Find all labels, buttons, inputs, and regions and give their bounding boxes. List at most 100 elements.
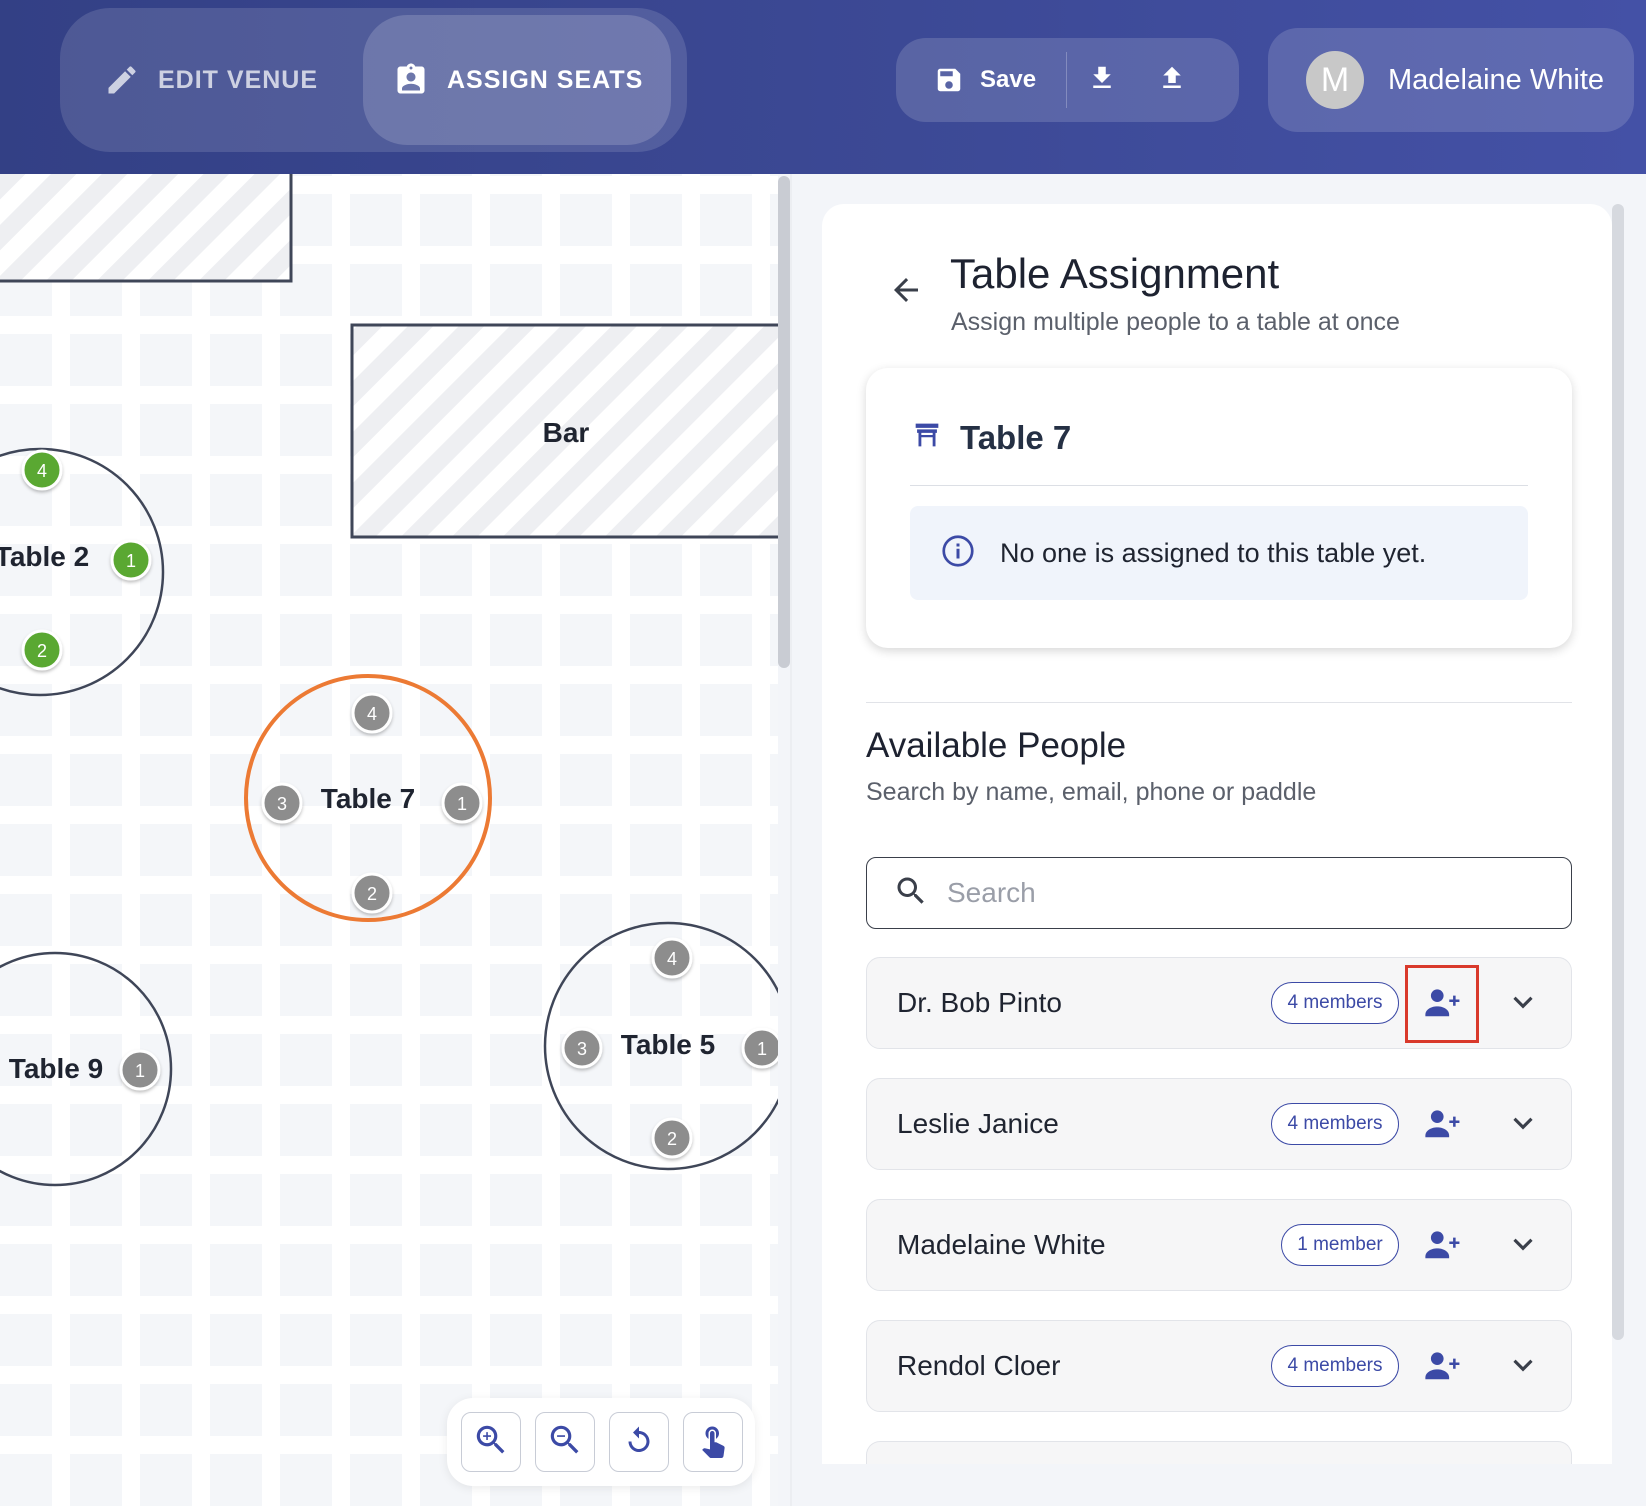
save-label: Save: [980, 66, 1037, 93]
assign-seats-button[interactable]: ASSIGN SEATS: [363, 15, 671, 145]
add-to-table-button[interactable]: [1405, 1328, 1479, 1406]
back-button[interactable]: [884, 270, 928, 314]
hand-pointer-icon: [695, 1422, 731, 1463]
seat[interactable]: 4: [21, 449, 63, 491]
seat[interactable]: 3: [561, 1027, 603, 1069]
add-to-table-button[interactable]: [1405, 965, 1479, 1043]
user-menu[interactable]: M Madelaine White: [1268, 28, 1634, 132]
expand-button[interactable]: [1499, 980, 1547, 1028]
table-9[interactable]: Table 9 1: [0, 951, 173, 1187]
seat[interactable]: 1: [741, 1027, 778, 1069]
divider: [866, 702, 1572, 703]
edit-venue-label: EDIT VENUE: [158, 65, 319, 94]
download-icon: [1087, 63, 1117, 98]
venue-area[interactable]: [0, 174, 293, 283]
arrow-left-icon: [888, 272, 924, 313]
seat[interactable]: 1: [119, 1049, 161, 1091]
reset-view-button[interactable]: [609, 1412, 669, 1472]
table-2[interactable]: Table 2 4 1 2: [0, 447, 165, 697]
table-2-label: Table 2: [0, 541, 89, 572]
top-bar: EDIT VENUE ASSIGN SEATS Save M Madelaine…: [0, 0, 1646, 174]
divider: [910, 485, 1528, 486]
seat[interactable]: 2: [351, 872, 393, 914]
person-add-icon: [1423, 1346, 1461, 1389]
list-item[interactable]: [866, 1441, 1572, 1464]
person-add-icon: [1423, 1225, 1461, 1268]
chevron-down-icon: [1506, 1348, 1540, 1387]
venue-canvas[interactable]: Bar Table 2 4 1 2 Table 7 4 3 1 2 Table …: [0, 174, 778, 1506]
canvas-scroll-track: [790, 174, 792, 1506]
person-name: Dr. Bob Pinto: [897, 987, 1062, 1018]
upload-button[interactable]: [1137, 38, 1207, 122]
add-to-table-button[interactable]: [1405, 1086, 1479, 1164]
table-5[interactable]: Table 5 4 3 1 2: [543, 921, 778, 1171]
seat-number: 1: [126, 551, 136, 571]
zoom-controls: [447, 1398, 755, 1486]
pencil-icon: [104, 62, 140, 98]
person-name: Rendol Cloer: [897, 1350, 1061, 1381]
seat[interactable]: 1: [441, 782, 483, 824]
upload-icon: [1157, 63, 1187, 98]
list-item[interactable]: Leslie Janice 4 members: [866, 1078, 1572, 1170]
seat-number: 3: [577, 1039, 587, 1059]
bar-area[interactable]: Bar: [350, 323, 778, 539]
panel-scrollbar[interactable]: [1612, 204, 1624, 1340]
person-name: Leslie Janice: [897, 1108, 1059, 1139]
table-icon: [910, 418, 944, 457]
zoom-out-button[interactable]: [535, 1412, 595, 1472]
assignment-ind-icon: [393, 62, 429, 98]
seat-number: 1: [457, 794, 467, 814]
list-item[interactable]: Madelaine White 1 member: [866, 1199, 1572, 1291]
list-item[interactable]: Rendol Cloer 4 members: [866, 1320, 1572, 1412]
seat-number: 4: [37, 461, 47, 481]
search-input[interactable]: [947, 877, 1507, 909]
members-badge: 4 members: [1271, 1103, 1399, 1145]
expand-button[interactable]: [1499, 1101, 1547, 1149]
expand-button[interactable]: [1499, 1343, 1547, 1391]
members-badge: 4 members: [1271, 1345, 1399, 1387]
table-7[interactable]: Table 7 4 3 1 2: [244, 674, 492, 922]
seat[interactable]: 4: [351, 692, 393, 734]
edit-venue-button[interactable]: EDIT VENUE: [100, 15, 370, 145]
empty-assignment-text: No one is assigned to this table yet.: [1000, 537, 1427, 568]
person-add-icon: [1423, 983, 1461, 1026]
venue-floorplan: Bar Table 2 4 1 2 Table 7 4 3 1 2 Table …: [0, 174, 778, 1187]
seat-number: 1: [135, 1061, 145, 1081]
members-badge: 1 member: [1281, 1224, 1399, 1266]
table-card-title: Table 7: [960, 418, 1072, 456]
person-add-icon: [1423, 1104, 1461, 1147]
table-assignment-panel: Table Assignment Assign multiple people …: [822, 204, 1612, 1464]
expand-button[interactable]: [1499, 1222, 1547, 1270]
save-button[interactable]: Save: [896, 38, 1066, 122]
seat-number: 2: [37, 641, 47, 661]
canvas-scrollbar[interactable]: [778, 176, 790, 668]
seat[interactable]: 2: [651, 1117, 693, 1159]
zoom-out-icon: [546, 1421, 584, 1464]
zoom-in-button[interactable]: [461, 1412, 521, 1472]
empty-assignment-alert: No one is assigned to this table yet.: [910, 506, 1528, 600]
bar-label: Bar: [543, 417, 590, 448]
table-5-label: Table 5: [621, 1029, 715, 1060]
seat[interactable]: 4: [651, 937, 693, 979]
panel-footer-gap: [822, 1464, 1646, 1506]
list-item[interactable]: Dr. Bob Pinto 4 members: [866, 957, 1572, 1049]
download-button[interactable]: [1067, 38, 1137, 122]
file-actions: Save: [896, 38, 1239, 122]
search-icon: [893, 873, 929, 914]
seat[interactable]: 1: [110, 539, 152, 581]
chevron-down-icon: [1506, 985, 1540, 1024]
zoom-in-icon: [472, 1421, 510, 1464]
info-icon: [940, 533, 976, 574]
seat[interactable]: 2: [21, 629, 63, 671]
seat-number: 2: [667, 1129, 677, 1149]
seat[interactable]: 3: [261, 782, 303, 824]
seat-number: 4: [667, 949, 677, 969]
refresh-icon: [621, 1422, 657, 1463]
add-to-table-button[interactable]: [1405, 1207, 1479, 1285]
user-name: Madelaine White: [1388, 63, 1604, 96]
table-7-label: Table 7: [321, 783, 415, 814]
seat-number: 4: [367, 704, 377, 724]
pan-mode-button[interactable]: [683, 1412, 743, 1472]
members-badge: 4 members: [1271, 982, 1399, 1024]
search-box: [866, 857, 1572, 929]
